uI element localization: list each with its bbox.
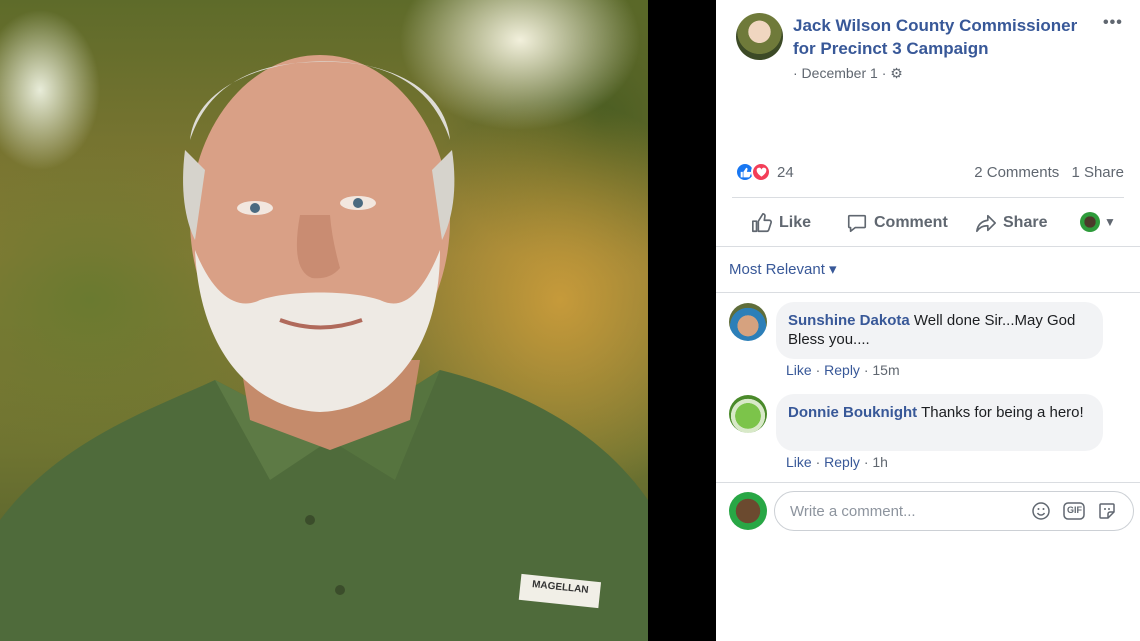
comment-like-link[interactable]: Like (786, 454, 812, 470)
comments-count-link[interactable]: 2 Comments (974, 164, 1059, 181)
comment-like-link[interactable]: Like (786, 362, 812, 378)
divider (716, 292, 1140, 293)
like-button-label: Like (779, 214, 812, 231)
post-as-avatar[interactable] (1080, 212, 1100, 232)
emoji-icon[interactable] (1031, 501, 1051, 526)
comment-composer: Write a comment... GIF (716, 482, 1140, 538)
reaction-count: 24 (777, 163, 794, 181)
comment-icon (847, 214, 867, 233)
portrait-illustration (0, 55, 648, 641)
comment-input[interactable]: Write a comment... GIF (774, 491, 1134, 531)
chevron-down-icon[interactable]: ▼ (1104, 215, 1116, 229)
comment-input-placeholder: Write a comment... (790, 503, 916, 520)
current-user-avatar[interactable] (729, 492, 767, 530)
comment-reply-link[interactable]: Reply (824, 362, 860, 378)
share-icon (976, 214, 996, 233)
page-avatar[interactable] (736, 13, 783, 60)
gif-icon[interactable]: GIF (1063, 501, 1085, 526)
love-reaction-icon (751, 162, 771, 182)
shares-count-link[interactable]: 1 Share (1071, 164, 1124, 181)
post-meta: · December 1 · ⚙ (793, 65, 903, 82)
commenter-avatar[interactable] (729, 395, 767, 433)
commenter-name[interactable]: Donnie Bouknight (788, 404, 917, 421)
comment-button-label: Comment (874, 214, 948, 231)
commenter-avatar[interactable] (729, 303, 767, 341)
comment-bubble: Sunshine Dakota Well done Sir...May God … (776, 302, 1103, 359)
reactions-summary[interactable]: 24 (735, 161, 794, 183)
share-button[interactable]: Share (975, 204, 1047, 242)
photo-letterbox (648, 0, 716, 641)
gear-icon[interactable]: ⚙ (890, 65, 903, 82)
comment-button[interactable]: Comment (846, 204, 948, 242)
thumbs-up-icon (752, 213, 772, 233)
commenter-name[interactable]: Sunshine Dakota (788, 312, 910, 329)
sticker-icon[interactable] (1097, 501, 1117, 526)
gif-label: GIF (1067, 505, 1082, 515)
page-name-link[interactable]: Jack Wilson County Commissioner for Prec… (793, 14, 1103, 60)
post-sidebar: Jack Wilson County Commissioner for Prec… (716, 0, 1140, 641)
more-options-icon[interactable]: ••• (1103, 14, 1123, 32)
post-actions-bar: Like Comment Share ▼ (716, 204, 1140, 242)
divider (732, 197, 1124, 198)
comment-text: Thanks for being a hero! (921, 404, 1084, 421)
like-button[interactable]: Like (751, 204, 811, 242)
comment-bubble: Donnie Bouknight Thanks for being a hero… (776, 394, 1103, 451)
share-button-label: Share (1003, 214, 1048, 231)
comment-reply-link[interactable]: Reply (824, 454, 860, 470)
comment-actions: Like · Reply · 1h (786, 454, 888, 470)
divider (716, 246, 1140, 247)
comment-time[interactable]: 15m (872, 362, 899, 378)
post-date[interactable]: · December 1 · (793, 65, 886, 81)
comment-sort-dropdown[interactable]: Most Relevant ▾ (729, 260, 837, 278)
comment-time[interactable]: 1h (872, 454, 888, 470)
post-photo[interactable]: MAGELLAN (0, 0, 648, 641)
comment-actions: Like · Reply · 15m (786, 362, 900, 378)
post-stats: 2 Comments 1 Share (974, 164, 1124, 181)
